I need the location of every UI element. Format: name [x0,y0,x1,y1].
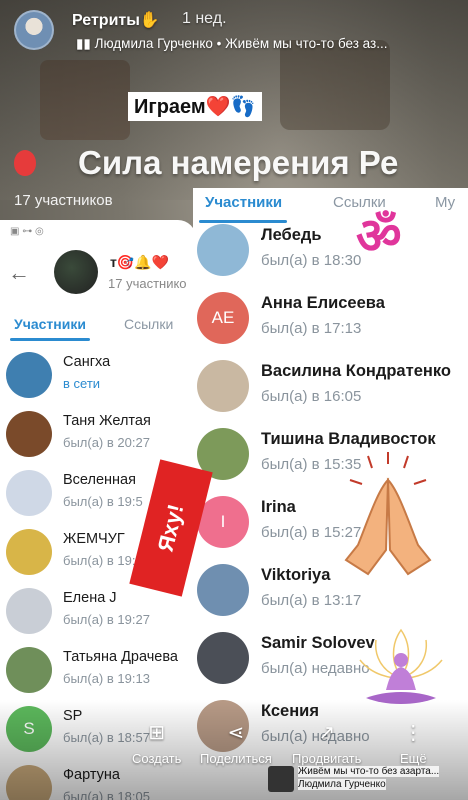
member-status: был(а) в 18:30 [261,252,362,269]
story-time: 1 нед. [182,10,227,27]
member-name: Василина Кондратенко [261,362,451,380]
album-art [268,766,294,792]
avatar [197,564,249,616]
member-name: Тишина Владивосток [261,430,436,448]
member-status: был(а) в 19:27 [63,612,150,627]
avatar [6,529,52,575]
share-button[interactable]: ⋖ Поделиться [200,720,272,768]
big-title: Сила намерения Ре [78,144,399,181]
member-row[interactable]: Сангха в сети [0,346,196,405]
music-tag[interactable]: Живём мы что-то без азарта... Людмила Гу… [268,766,440,794]
avatar [6,411,52,457]
member-name: Анна Елисеева [261,294,385,312]
promote-button[interactable]: ↗ Продвигать [292,720,361,768]
member-status: в сети [63,376,101,391]
yahoo-text: Яху! [152,501,189,555]
member-name: ЖЕМЧУГ [63,531,125,547]
member-name: Таня Желтая [63,413,151,429]
praying-hands-icon [344,452,432,576]
members-caption: 17 участников [14,192,113,209]
om-sticker: ॐ [356,208,402,264]
avatar [197,360,249,412]
tab-members[interactable]: Участники [14,316,86,332]
member-name: Лебедь [261,226,322,244]
member-status: был(а) в 17:13 [261,320,362,337]
avatar [6,470,52,516]
member-name: Viktoriya [261,566,331,584]
channel-name[interactable]: Ретриты✋ [72,10,160,30]
share-icon: ⋖ [227,722,245,744]
tab-links[interactable]: Ссылки [124,316,173,332]
back-arrow-icon[interactable]: ← [8,260,30,286]
balloon-icon [14,150,36,176]
music-tag-artist: Людмила Гурченко [298,779,386,790]
avatar [197,632,249,684]
member-status: был(а) в 19:13 [63,671,150,686]
member-row[interactable]: Василина Кондратенко был(а) в 16:05 [193,352,468,420]
music-bars-icon: ▮▮ [76,36,95,51]
member-name: Елена J [63,590,117,606]
member-status: был(а) в 19:5 [63,494,143,509]
status-icons: ▣ ⊶ ◎ [10,226,44,237]
avatar: АЕ [197,292,249,344]
chat-avatar [54,250,98,294]
member-status: был(а) в 19: [63,553,136,568]
member-status: был(а) в 20:27 [63,435,150,450]
member-status: был(а) недавно [261,660,370,677]
member-row[interactable]: Татьяна Драчева был(а) в 19:13 [0,641,196,700]
more-button[interactable]: ⋮ Ещё [400,720,427,768]
tab-members[interactable]: Участники [205,194,282,211]
more-icon: ⋮ [403,722,424,744]
chat-subtitle: 17 участнико [108,276,187,291]
member-status: был(а) в 16:05 [261,388,362,405]
plus-square-icon: ⊞ [148,722,166,744]
trend-icon: ↗ [318,722,336,744]
story-music-label[interactable]: ▮▮ Людмила Гурченко • Живём мы что-то бе… [76,36,387,52]
avatar [6,352,52,398]
play-sticker: Играем❤️👣 [128,92,262,121]
member-row[interactable]: Лебедь был(а) в 18:30 [193,216,468,284]
story-header: Ретриты✋ 1 нед. ▮▮ Людмила Гурченко • Жи… [0,0,468,60]
member-name: Irina [261,498,296,516]
avatar [197,224,249,276]
channel-avatar[interactable] [14,10,54,50]
active-tab-indicator [10,338,90,341]
member-row[interactable]: Таня Желтая был(а) в 20:27 [0,405,196,464]
music-title: Людмила Гурченко • Живём мы что-то без а… [94,36,388,51]
member-name: Сангха [63,354,111,370]
member-status: был(а) в 13:17 [261,592,362,609]
music-tag-title: Живём мы что-то без азарта... [298,766,440,777]
avatar [6,647,52,693]
tab-music[interactable]: Му [435,194,455,211]
member-name: Татьяна Драчева [63,649,178,665]
create-button[interactable]: ⊞ Создать [132,720,181,768]
member-name: Вселенная [63,472,136,488]
member-row[interactable]: АЕ Анна Елисеева был(а) в 17:13 [193,284,468,352]
avatar [6,588,52,634]
chat-title: т🎯🔔❤️ [110,254,170,270]
